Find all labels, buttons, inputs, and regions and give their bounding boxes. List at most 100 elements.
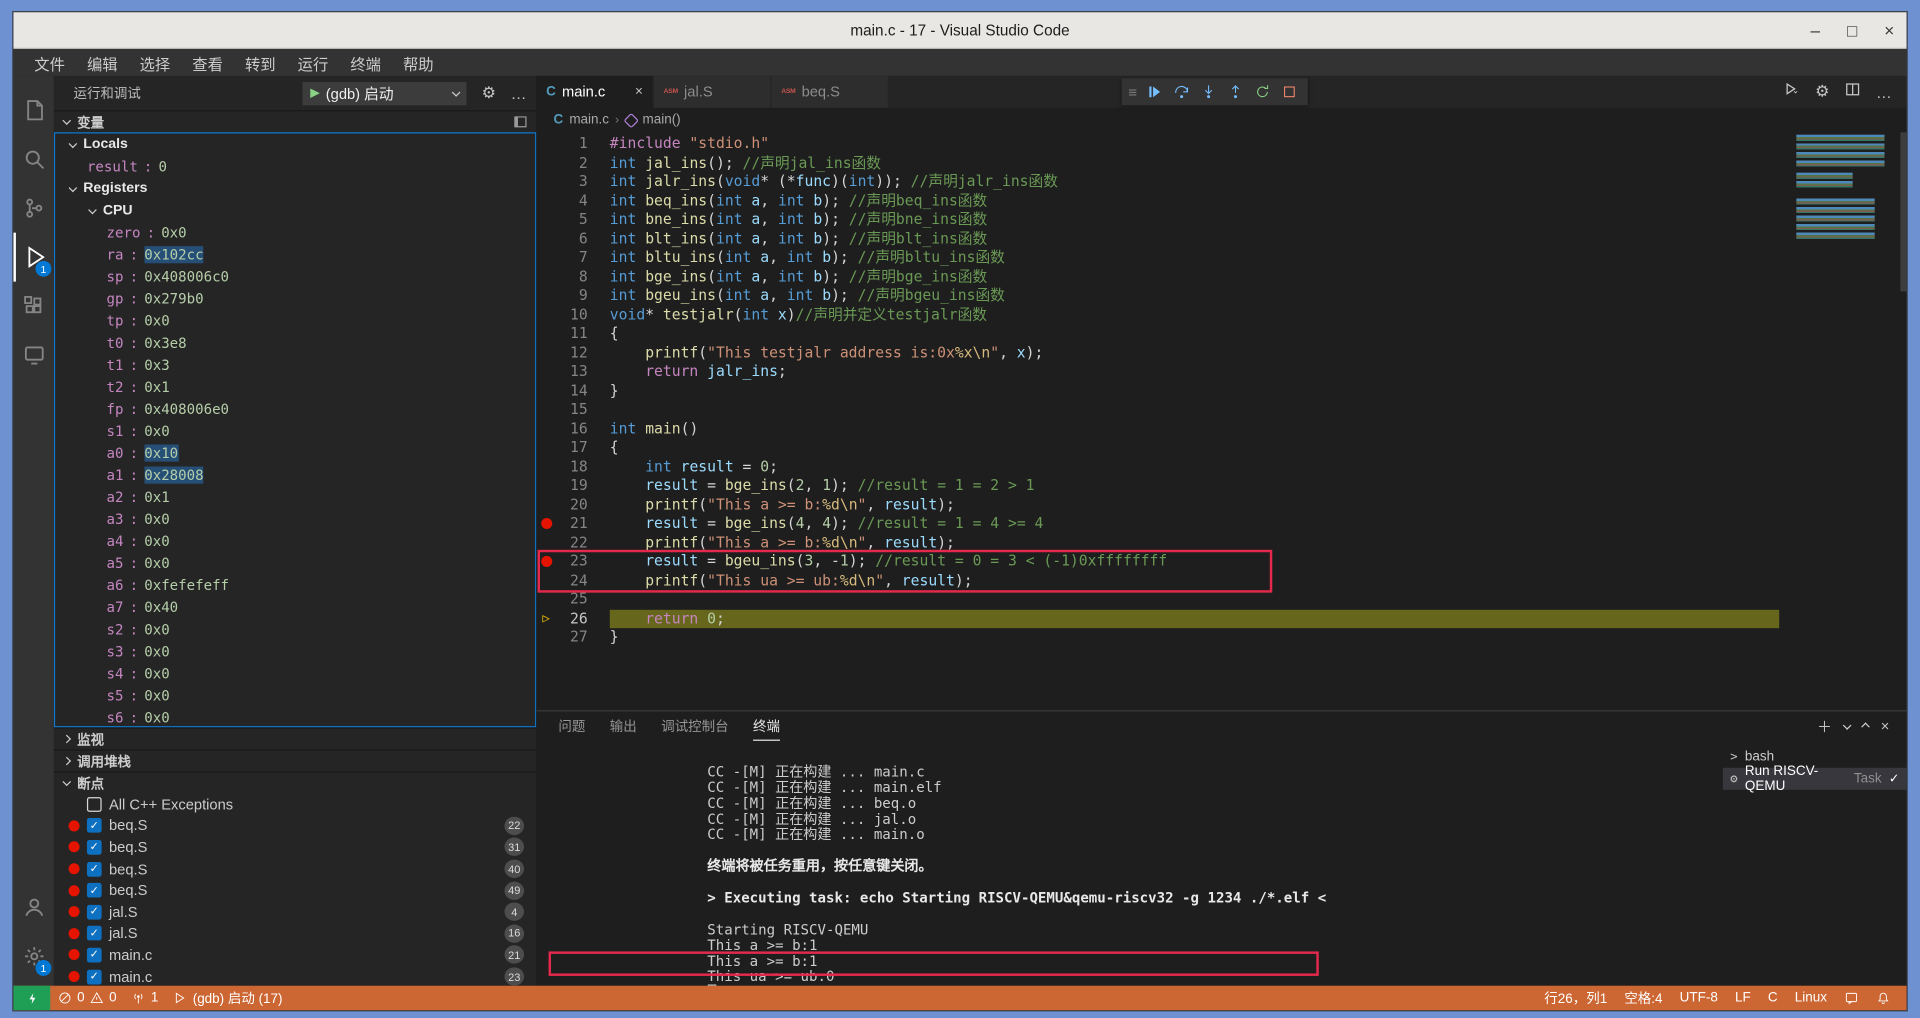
editor-gutter[interactable]: ▷ 1 bbox=[536, 135, 592, 154]
code-line[interactable]: ▷ 8 int bge_ins(int a, int b); //声明bge_i… bbox=[536, 268, 1906, 287]
register-row[interactable]: a0: 0x10 bbox=[55, 442, 535, 464]
code-text[interactable]: int bltu_ins(int a, int b); //声明bltu_ins… bbox=[610, 249, 1779, 268]
editor-tab[interactable]: C ASM beq.S × bbox=[771, 76, 889, 108]
cpu-group[interactable]: CPU bbox=[55, 200, 535, 222]
register-row[interactable]: s6: 0x0 bbox=[55, 707, 535, 728]
register-row[interactable]: sp: 0x408006c0 bbox=[55, 266, 535, 288]
editor-gutter[interactable]: ▷ 3 bbox=[536, 173, 592, 192]
editor-gutter[interactable]: ▷ 25 bbox=[536, 590, 592, 609]
run-or-debug-icon[interactable] bbox=[1783, 80, 1800, 103]
breakpoint-checkbox[interactable]: ✓ bbox=[87, 862, 102, 877]
code-text[interactable] bbox=[610, 400, 1779, 419]
code-line[interactable]: ▷ 7 int bltu_ins(int a, int b); //声明bltu… bbox=[536, 249, 1906, 268]
editor-gutter[interactable]: ▷ 18 bbox=[536, 457, 592, 476]
breakpoint-dot-icon[interactable] bbox=[541, 518, 552, 529]
editor-gutter[interactable]: ▷ 13 bbox=[536, 362, 592, 381]
code-text[interactable]: int result = 0; bbox=[610, 457, 1779, 476]
editor-tab[interactable]: C ASM jal.S × bbox=[654, 76, 772, 108]
breakpoint-row[interactable]: ✓ beq.S 22 bbox=[54, 815, 536, 837]
more-actions-icon[interactable]: … bbox=[1876, 83, 1892, 101]
editor-gutter[interactable]: ▷ 9 bbox=[536, 287, 592, 306]
code-line[interactable]: ▷ 26 return 0; bbox=[536, 609, 1906, 628]
code-line[interactable]: ▷ 9 int bgeu_ins(int a, int b); //声明bgeu… bbox=[536, 287, 1906, 306]
locals-group[interactable]: Locals bbox=[55, 133, 535, 155]
code-line[interactable]: ▷ 14 } bbox=[536, 381, 1906, 400]
code-line[interactable]: ▷ 5 int bne_ins(int a, int b); //声明bne_i… bbox=[536, 211, 1906, 230]
code-line[interactable]: ▷ 23 result = bgeu_ins(3, -1); //result … bbox=[536, 552, 1906, 571]
breakpoint-checkbox[interactable]: ✓ bbox=[87, 818, 102, 833]
code-text[interactable]: int blt_ins(int a, int b); //声明blt_ins函数 bbox=[610, 230, 1779, 249]
maximize-panel-icon[interactable] bbox=[1861, 722, 1870, 731]
breakpoint-checkbox[interactable]: ✓ bbox=[87, 883, 102, 898]
menu-item[interactable]: 编辑 bbox=[76, 51, 129, 74]
code-text[interactable]: printf("This ua >= ub:%d\n", result); bbox=[610, 571, 1779, 590]
code-text[interactable]: printf("This a >= b:%d\n", result); bbox=[610, 495, 1779, 514]
restart-button[interactable] bbox=[1251, 81, 1273, 103]
code-line[interactable]: ▷ 3 int jalr_ins(void* (*func)(int)); //… bbox=[536, 173, 1906, 192]
register-row[interactable]: a3: 0x0 bbox=[55, 508, 535, 530]
more-actions-icon[interactable]: … bbox=[511, 84, 527, 102]
editor-gutter[interactable]: ▷ 19 bbox=[536, 476, 592, 495]
menu-item[interactable]: 文件 bbox=[23, 51, 76, 74]
register-row[interactable]: a1: 0x28008 bbox=[55, 464, 535, 486]
remote-indicator[interactable] bbox=[13, 986, 50, 1010]
editor-gutter[interactable]: ▷ 10 bbox=[536, 306, 592, 325]
code-line[interactable]: ▷ 24 printf("This ua >= ub:%d\n", result… bbox=[536, 571, 1906, 590]
registers-group[interactable]: Registers bbox=[55, 178, 535, 200]
code-text[interactable]: printf("This a >= b:%d\n", result); bbox=[610, 533, 1779, 552]
register-row[interactable]: s1: 0x0 bbox=[55, 420, 535, 442]
feedback-icon[interactable] bbox=[1838, 986, 1865, 1010]
minimap[interactable] bbox=[1796, 135, 1894, 240]
menu-item[interactable]: 转到 bbox=[234, 51, 287, 74]
code-text[interactable]: int bne_ins(int a, int b); //声明bne_ins函数 bbox=[610, 211, 1779, 230]
new-terminal-icon[interactable]: ＋ bbox=[1817, 716, 1832, 737]
panel-tab[interactable]: 调试控制台 bbox=[661, 711, 728, 740]
step-into-button[interactable] bbox=[1198, 81, 1220, 103]
breakpoint-checkbox[interactable]: ✓ bbox=[87, 905, 102, 920]
code-line[interactable]: ▷ 10 void* testjalr(int x)//声明并定义testjal… bbox=[536, 306, 1906, 325]
register-row[interactable]: a4: 0x0 bbox=[55, 530, 535, 552]
debug-session-status[interactable]: (gdb) 启动 (17) bbox=[166, 986, 290, 1010]
code-text[interactable]: result = bge_ins(2, 1); //result = 1 = 2… bbox=[610, 476, 1779, 495]
editor-gutter[interactable]: ▷ 22 bbox=[536, 533, 592, 552]
callstack-section-header[interactable]: 调用堆栈 bbox=[54, 749, 536, 771]
register-row[interactable]: s2: 0x0 bbox=[55, 618, 535, 640]
explorer-icon[interactable] bbox=[13, 86, 53, 135]
code-line[interactable]: ▷ 20 printf("This a >= b:%d\n", result); bbox=[536, 495, 1906, 514]
settings-gear-icon[interactable]: 1 bbox=[13, 932, 53, 981]
notifications-bell-icon[interactable] bbox=[1870, 986, 1897, 1010]
code-text[interactable]: } bbox=[610, 381, 1779, 400]
code-line[interactable]: ▷ 22 printf("This a >= b:%d\n", result); bbox=[536, 533, 1906, 552]
code-text[interactable]: } bbox=[610, 628, 1779, 647]
code-text[interactable]: { bbox=[610, 324, 1779, 343]
menu-item[interactable]: 运行 bbox=[287, 51, 340, 74]
code-text[interactable]: int bgeu_ins(int a, int b); //声明bgeu_ins… bbox=[610, 287, 1779, 306]
editor-gutter[interactable]: ▷ 14 bbox=[536, 381, 592, 400]
register-row[interactable]: s5: 0x0 bbox=[55, 684, 535, 706]
watch-section-header[interactable]: 监视 bbox=[54, 727, 536, 749]
breakpoint-row[interactable]: ✓ beq.S 31 bbox=[54, 837, 536, 859]
split-editor-icon[interactable] bbox=[1844, 80, 1861, 103]
ports-status[interactable]: 1 bbox=[124, 986, 166, 1010]
editor-gutter[interactable]: ▷ 23 bbox=[536, 552, 592, 571]
editor-gutter[interactable]: ▷ 11 bbox=[536, 324, 592, 343]
breadcrumb[interactable]: C main.c › main() bbox=[536, 108, 1906, 132]
language-status[interactable]: C bbox=[1762, 986, 1784, 1010]
code-line[interactable]: ▷ 11 { bbox=[536, 324, 1906, 343]
code-line[interactable]: ▷ 15 bbox=[536, 400, 1906, 419]
remote-os-status[interactable]: Linux bbox=[1789, 986, 1833, 1010]
breakpoint-row[interactable]: ✓ beq.S 49 bbox=[54, 880, 536, 902]
code-text[interactable]: int beq_ins(int a, int b); //声明beq_ins函数 bbox=[610, 192, 1779, 211]
editor-gutter[interactable]: ▷ 2 bbox=[536, 154, 592, 173]
code-line[interactable]: ▷ 13 return jalr_ins; bbox=[536, 362, 1906, 381]
source-control-icon[interactable] bbox=[13, 184, 53, 233]
encoding-status[interactable]: UTF-8 bbox=[1674, 986, 1724, 1010]
start-debug-icon[interactable]: ▶ bbox=[310, 86, 319, 99]
code-line[interactable]: ▷ 4 int beq_ins(int a, int b); //声明beq_i… bbox=[536, 192, 1906, 211]
breakpoint-checkbox[interactable]: ✓ bbox=[87, 969, 102, 984]
register-row[interactable]: t1: 0x3 bbox=[55, 354, 535, 376]
code-text[interactable]: return jalr_ins; bbox=[610, 362, 1779, 381]
editor-gutter[interactable]: ▷ 7 bbox=[536, 249, 592, 268]
code-text[interactable]: int jal_ins(); //声明jal_ins函数 bbox=[610, 154, 1779, 173]
register-row[interactable]: a5: 0x0 bbox=[55, 552, 535, 574]
